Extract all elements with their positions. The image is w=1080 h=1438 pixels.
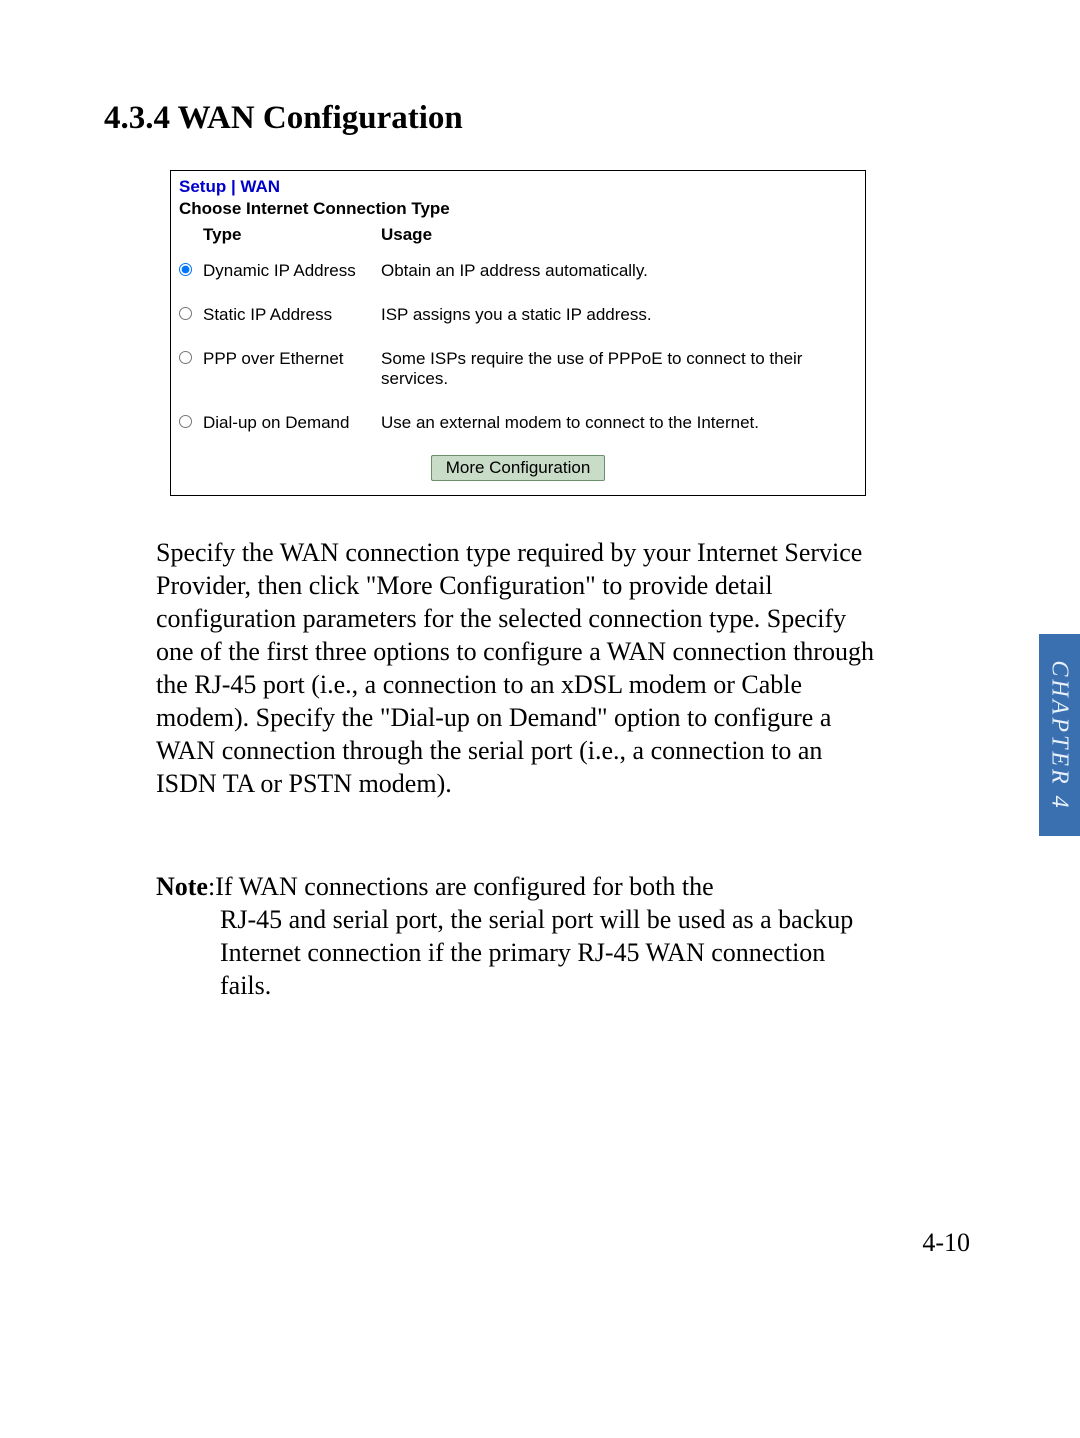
note-label: Note [156,872,208,901]
section-heading: 4.3.4 WAN Configuration [104,100,463,137]
note-block: Note:If WAN connections are configured f… [156,870,876,1002]
option-static-ip[interactable]: Static IP Address ISP assigns you a stat… [171,293,865,337]
option-usage: Some ISPs require the use of PPPoE to co… [381,349,857,389]
option-type: Dial-up on Demand [203,413,381,433]
option-usage: Obtain an IP address automatically. [381,261,857,281]
radio-dialup[interactable] [179,415,192,428]
chapter-tab-label: CHAPTER 4 [1046,660,1073,810]
breadcrumb: Setup | WAN [171,171,865,199]
wan-config-panel: Setup | WAN Choose Internet Connection T… [170,170,866,496]
panel-subtitle: Choose Internet Connection Type [171,199,865,223]
radio-pppoe[interactable] [179,351,192,364]
option-type: Static IP Address [203,305,381,325]
col-header-usage: Usage [381,225,857,245]
table-header: Type Usage [171,223,865,249]
note-text-inline: If WAN connections are configured for bo… [215,872,713,901]
body-paragraph: Specify the WAN connection type required… [156,536,876,800]
radio-dynamic-ip[interactable] [179,263,192,276]
option-dynamic-ip[interactable]: Dynamic IP Address Obtain an IP address … [171,249,865,293]
note-text: RJ-45 and serial port, the serial port w… [220,903,876,1002]
page-number: 4-10 [922,1228,970,1258]
option-type: Dynamic IP Address [203,261,381,281]
col-header-type: Type [203,225,381,245]
option-pppoe[interactable]: PPP over Ethernet Some ISPs require the … [171,337,865,401]
connection-options: Dynamic IP Address Obtain an IP address … [171,249,865,445]
more-configuration-button[interactable]: More Configuration [431,455,606,481]
option-usage: ISP assigns you a static IP address. [381,305,857,325]
option-usage: Use an external modem to connect to the … [381,413,857,433]
option-dialup[interactable]: Dial-up on Demand Use an external modem … [171,401,865,445]
option-type: PPP over Ethernet [203,349,381,369]
radio-static-ip[interactable] [179,307,192,320]
chapter-tab: CHAPTER 4 [1039,634,1080,836]
